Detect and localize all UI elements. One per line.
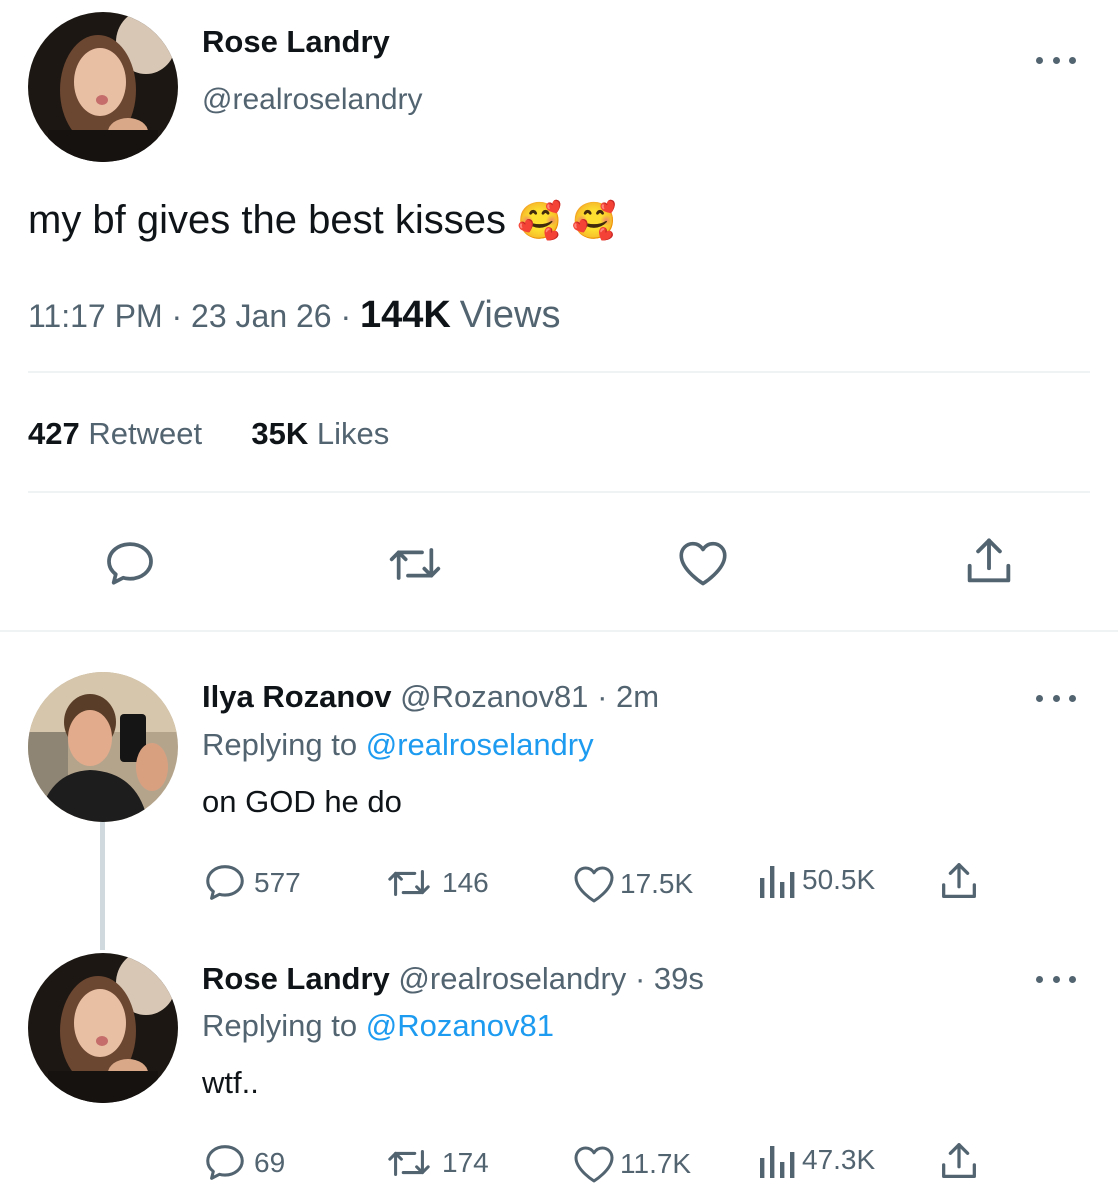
retweet-count-value: 146 bbox=[442, 867, 489, 898]
like-count[interactable]: 11.7K bbox=[570, 1140, 691, 1188]
reply-count-value: 577 bbox=[254, 867, 301, 898]
retweet-icon bbox=[382, 1140, 436, 1186]
like-icon bbox=[570, 1140, 618, 1188]
retweet-icon bbox=[382, 860, 436, 906]
views-icon bbox=[756, 860, 796, 900]
reply-count[interactable]: 577 bbox=[202, 860, 301, 906]
section-divider bbox=[0, 630, 1118, 632]
tweet-emoji: 🥰 🥰 bbox=[517, 200, 617, 241]
reply-header: Ilya Rozanov @Rozanov81 · 2m bbox=[202, 679, 659, 715]
reply-icon bbox=[202, 860, 248, 906]
retweet-count[interactable]: 174 bbox=[382, 1140, 489, 1186]
tweet-body: my bf gives the best kisses bbox=[28, 198, 506, 242]
views-count: 144K bbox=[360, 294, 451, 336]
more-icon[interactable] bbox=[1036, 688, 1076, 708]
retweet-count[interactable]: 427 bbox=[28, 416, 80, 451]
retweet-count-value: 174 bbox=[442, 1147, 489, 1178]
engagement-counts: 427 Retweet 35K Likes bbox=[28, 416, 389, 452]
meta-separator: · bbox=[171, 298, 192, 334]
replying-to-label: Replying to bbox=[202, 1008, 358, 1043]
thread-line bbox=[100, 822, 105, 950]
reply-count-value: 69 bbox=[254, 1147, 286, 1178]
view-count-value: 47.3K bbox=[802, 1144, 876, 1175]
like-icon[interactable] bbox=[674, 534, 732, 592]
retweet-icon[interactable] bbox=[382, 536, 448, 592]
divider bbox=[28, 371, 1090, 373]
reply-author-name[interactable]: Ilya Rozanov bbox=[202, 679, 392, 714]
replying-to-handle[interactable]: @realroselandry bbox=[366, 727, 594, 762]
reply-age[interactable]: 2m bbox=[616, 679, 659, 714]
tweet-date[interactable]: 23 Jan 26 bbox=[191, 298, 332, 334]
share-icon[interactable] bbox=[936, 1138, 982, 1184]
reply-text: wtf.. bbox=[202, 1065, 259, 1100]
views-icon bbox=[756, 1140, 796, 1180]
retweet-count[interactable]: 146 bbox=[382, 860, 489, 906]
view-count-value: 50.5K bbox=[802, 864, 876, 895]
retweet-label[interactable]: Retweet bbox=[88, 416, 202, 451]
reply-avatar[interactable] bbox=[28, 953, 178, 1103]
replying-to: Replying to @Rozanov81 bbox=[202, 1008, 554, 1044]
author-avatar[interactable] bbox=[28, 12, 178, 162]
reply-author-handle[interactable]: @Rozanov81 bbox=[400, 679, 588, 714]
view-count[interactable]: 47.3K bbox=[756, 1140, 875, 1180]
like-icon bbox=[570, 860, 618, 908]
replying-to-handle[interactable]: @Rozanov81 bbox=[366, 1008, 554, 1043]
author-name[interactable]: Rose Landry bbox=[202, 24, 390, 60]
reply-text: on GOD he do bbox=[202, 784, 402, 819]
like-count-value: 11.7K bbox=[620, 1148, 692, 1179]
tweet-meta: 11:17 PM · 23 Jan 26 · 144K Views bbox=[28, 294, 560, 337]
meta-separator: · bbox=[340, 298, 361, 334]
reply-avatar[interactable] bbox=[28, 672, 178, 822]
reply-author-name[interactable]: Rose Landry bbox=[202, 961, 390, 996]
reply-author-handle[interactable]: @realroselandry bbox=[398, 961, 626, 996]
reply-header: Rose Landry @realroselandry · 39s bbox=[202, 961, 704, 997]
tweet-text: my bf gives the best kisses 🥰 🥰 bbox=[28, 198, 617, 243]
meta-separator: · bbox=[634, 961, 646, 996]
like-count[interactable]: 17.5K bbox=[570, 860, 693, 908]
view-count[interactable]: 50.5K bbox=[756, 860, 875, 900]
reply-icon[interactable] bbox=[102, 536, 158, 592]
divider bbox=[28, 491, 1090, 493]
like-count-value: 17.5K bbox=[620, 868, 694, 899]
meta-separator: · bbox=[597, 679, 608, 714]
reply-icon bbox=[202, 1140, 248, 1186]
tweet-time[interactable]: 11:17 PM bbox=[28, 298, 163, 334]
replying-to-label: Replying to bbox=[202, 727, 358, 762]
more-icon[interactable] bbox=[1036, 969, 1076, 989]
likes-label[interactable]: Likes bbox=[317, 416, 389, 451]
share-icon[interactable] bbox=[936, 858, 982, 904]
replying-to: Replying to @realroselandry bbox=[202, 727, 594, 763]
author-handle[interactable]: @realroselandry bbox=[202, 83, 423, 117]
more-icon[interactable] bbox=[1036, 50, 1076, 70]
share-icon[interactable] bbox=[960, 532, 1018, 590]
reply-count[interactable]: 69 bbox=[202, 1140, 285, 1186]
reply-age[interactable]: 39s bbox=[654, 961, 704, 996]
likes-count[interactable]: 35K bbox=[251, 416, 308, 451]
views-label: Views bbox=[459, 294, 561, 336]
